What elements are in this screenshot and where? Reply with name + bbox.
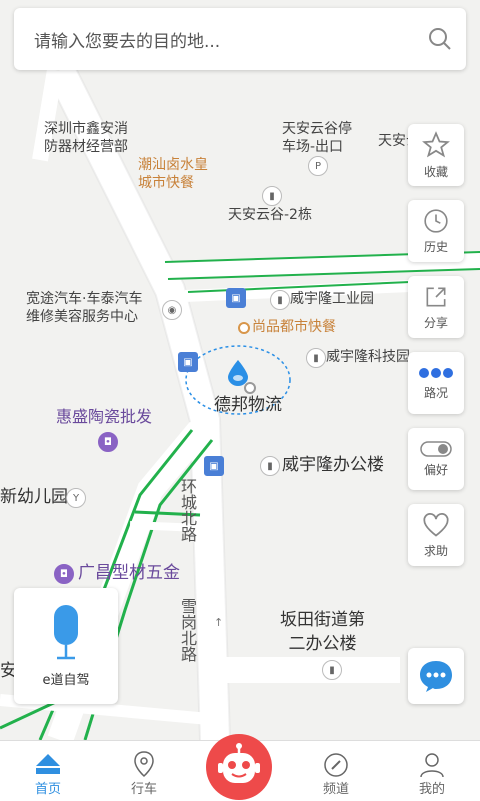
school-icon: Y — [66, 488, 86, 508]
poi-label: 宽途汽车·车泰汽车 维修美容服务中心 — [26, 291, 143, 325]
parking-icon: P — [308, 156, 328, 176]
poi-label: 天安云谷停 车场-出口 — [282, 121, 352, 155]
debang-poi[interactable]: 德邦物流 — [214, 396, 282, 414]
poi-label: 广昌型材五金 — [78, 563, 180, 583]
toggle-icon — [420, 440, 452, 457]
home-icon — [36, 754, 60, 774]
tab-drive-label: 行车 — [130, 782, 157, 797]
car-service-icon: ◉ — [162, 300, 182, 320]
poi-label: 潮汕卤水皇 城市快餐 — [138, 157, 208, 191]
bus-stop-icon[interactable]: ▣ — [178, 352, 198, 372]
poi-label: 德邦物流 — [214, 395, 282, 415]
tab-channel[interactable]: 频道 — [288, 741, 384, 801]
guangchang-poi[interactable]: 广昌型材五金 — [78, 564, 180, 582]
microphone-icon — [54, 604, 78, 659]
favorites-label: 收藏 — [423, 164, 448, 179]
voice-label: e道自驾 — [42, 672, 90, 688]
dots-icon — [419, 367, 453, 378]
bus-stop-icon[interactable]: ▣ — [226, 288, 246, 308]
help-button[interactable]: 求助 — [408, 504, 464, 566]
compass-icon — [324, 753, 348, 777]
chaoshan-poi[interactable]: 潮汕卤水皇 城市快餐 — [138, 156, 208, 192]
search-bar[interactable]: 请输入您要去的目的地... — [14, 8, 466, 70]
poi-label: 坂田街道第 二办公楼 — [280, 610, 365, 654]
location-pin-icon — [134, 751, 154, 778]
share-icon — [426, 287, 446, 306]
xuegang-north-road-label: 雪岗北路 — [178, 598, 197, 662]
poi-label: 尚品都市快餐 — [252, 319, 336, 335]
preference-button[interactable]: 偏好 — [408, 428, 464, 490]
history-button[interactable]: 历史 — [408, 200, 464, 262]
chat-bubble-icon — [420, 661, 452, 692]
favorites-button[interactable]: 收藏 — [408, 124, 464, 186]
poi-label: 深圳市鑫安消 防器材经营部 — [44, 121, 128, 155]
tianan-parking-poi[interactable]: 天安云谷停 车场-出口 — [282, 120, 352, 156]
huancheng-north-road-label: 环城北路 — [178, 478, 197, 542]
traffic-button[interactable]: 路况 — [408, 352, 464, 414]
shangpin-poi[interactable]: 尚品都市快餐 — [252, 318, 336, 336]
building-icon: ▮ — [260, 456, 280, 476]
robot-assistant-button[interactable] — [206, 734, 272, 800]
voice-drive-button[interactable]: e道自驾 — [14, 588, 118, 704]
share-label: 分享 — [423, 315, 448, 330]
preference-label: 偏好 — [423, 462, 448, 477]
building-icon: ▮ — [270, 290, 290, 310]
star-icon — [422, 130, 450, 157]
heart-icon — [423, 512, 449, 537]
poi-label: 威宇隆工业园 — [290, 291, 374, 307]
direction-arrow-icon: ↑ — [214, 616, 224, 629]
shenzhen-xinan-poi[interactable]: 深圳市鑫安消 防器材经营部 — [44, 120, 128, 156]
tab-drive[interactable]: 行车 — [96, 741, 192, 801]
building-icon: ▮ — [322, 660, 342, 680]
restaurant-dot-icon — [238, 322, 250, 334]
tab-channel-label: 频道 — [322, 782, 349, 797]
traffic-label: 路况 — [423, 385, 448, 400]
shopping-bag-icon: ◘ — [98, 432, 118, 452]
building-icon: ▮ — [262, 186, 282, 206]
tab-home[interactable]: 首页 — [0, 741, 96, 801]
bantian-poi[interactable]: 坂田街道第 二办公楼 — [280, 608, 365, 656]
tab-home-label: 首页 — [34, 782, 61, 797]
current-location-icon — [228, 360, 248, 386]
weiyulong-industrial-poi[interactable]: 威宇隆工业园 — [290, 290, 374, 308]
huisheng-poi[interactable]: 惠盛陶瓷批发 — [56, 408, 152, 426]
kuantu-poi[interactable]: 宽途汽车·车泰汽车 维修美容服务中心 — [26, 290, 142, 326]
poi-label: 惠盛陶瓷批发 — [56, 407, 153, 426]
weiyulong-office-poi[interactable]: 威宇隆办公楼 — [282, 456, 384, 474]
bus-stop-icon[interactable]: ▣ — [204, 456, 224, 476]
user-icon — [420, 753, 444, 778]
clock-icon — [424, 208, 448, 233]
kindergarten-poi[interactable]: 新幼儿园 — [0, 488, 68, 506]
shopping-bag-icon: ◘ — [54, 564, 74, 584]
road-label: 环城北路 — [178, 478, 197, 542]
road-label: 雪岗北路 — [178, 598, 197, 662]
history-label: 历史 — [423, 239, 448, 254]
tianan-2-poi[interactable]: 天安云谷-2栋 — [228, 206, 312, 224]
weiyulong-tech-poi[interactable]: 威宇隆科技园 — [326, 348, 410, 366]
building-icon: ▮ — [306, 348, 326, 368]
poi-label: 天安云谷-2栋 — [228, 207, 312, 223]
share-button[interactable]: 分享 — [408, 276, 464, 338]
debang-dot-icon — [244, 382, 256, 394]
robot-icon — [218, 743, 260, 783]
tab-mine-label: 我的 — [418, 782, 445, 797]
tab-mine[interactable]: 我的 — [384, 741, 480, 801]
chat-button[interactable] — [408, 648, 464, 704]
poi-label: 新幼儿园 — [0, 487, 68, 507]
poi-label: 威宇隆办公楼 — [282, 455, 384, 475]
help-label: 求助 — [423, 543, 448, 558]
poi-label: 威宇隆科技园 — [326, 349, 410, 365]
search-icon[interactable] — [414, 13, 466, 65]
search-input[interactable]: 请输入您要去的目的地... — [14, 27, 414, 52]
